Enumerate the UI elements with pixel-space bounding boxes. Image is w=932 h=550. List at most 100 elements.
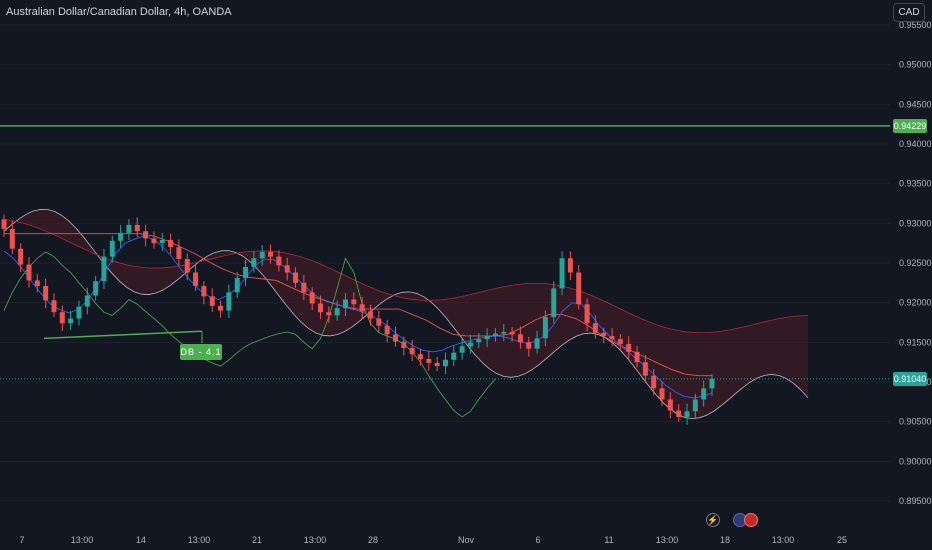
candle-body [492,333,498,336]
candle-body [509,332,515,335]
candle-body [168,239,174,248]
candle-body [276,256,282,266]
currency-button[interactable]: CAD [893,3,925,22]
symbol-title: Australian Dollar/Canadian Dollar, 4h, O… [6,6,232,18]
candle-body [376,318,382,326]
candle-body [359,304,365,312]
candle-body [184,259,190,273]
candle-body [34,280,40,287]
x-tick-label: 13:00 [656,535,679,545]
candle-body [392,334,398,342]
x-tick-label: 18 [720,535,730,545]
candle-body [526,342,532,349]
candle-body [684,411,690,417]
candle-body [143,231,149,239]
flag-ca-icon[interactable] [744,513,758,527]
candle-body [442,359,448,367]
x-tick-label: 14 [136,535,146,545]
candle-body [176,247,182,260]
x-tick-label: 6 [535,535,540,545]
candle-body [567,258,573,273]
candle-body [634,351,640,363]
candle-body [584,304,590,324]
candle-body [251,258,257,267]
y-tick-label: 0.92500 [899,258,932,268]
candle-body [501,332,507,334]
x-tick-label: 25 [837,535,847,545]
chart-container[interactable]: 0.95500 0.95000 0.94500 0.94000 0.93500 0.930… [0,0,932,550]
x-tick-label: 13:00 [71,535,94,545]
candle-body [626,343,632,352]
candle-body [692,399,698,412]
candle-body [617,339,623,344]
candle-body [667,399,673,411]
candle-body [43,286,49,301]
y-tick-label: 0.92000 [899,298,932,308]
candle-body [151,238,157,244]
candle-body [26,264,32,281]
candle-body [459,346,465,353]
candle-body [367,311,373,319]
candle-body [284,265,290,273]
y-tick-label: 0.95000 [899,60,932,70]
x-tick-label: 13:00 [188,535,211,545]
double-bottom-label[interactable]: DB - 4.1 [180,344,222,360]
last-price-tag: 0.91040 [893,371,927,386]
candle-body [1,219,7,229]
candle-body [193,272,199,287]
candle-body [118,232,124,241]
candle-body [101,256,107,282]
candle-body [243,266,249,279]
candle-body [59,312,65,324]
candle-body [709,378,715,389]
candle-body [484,335,490,340]
x-tick-label: 13:00 [304,535,327,545]
candle-body [268,251,274,257]
candle-body [476,339,482,343]
double-bottom-line [43,330,203,340]
candle-body [318,303,324,313]
candle-body [559,258,565,289]
candle-body [651,375,657,389]
y-tick-label: 0.90500 [899,417,932,427]
candle-body [343,299,349,309]
candle-body [134,224,140,232]
chikou-span-line [3,251,496,418]
candle-body [259,251,265,259]
candle-body [126,224,132,233]
candle-body [659,388,665,400]
x-tick-label: Nov [458,535,475,545]
candle-body [309,292,315,304]
candle-body [109,240,115,257]
y-tick-label: 0.94000 [899,139,932,149]
candle-body [293,272,299,283]
candle-body [434,362,440,367]
candle-body [592,323,598,333]
candle-body [609,335,615,340]
candle-body [334,308,340,316]
resistance-price-tag: 0.94229 [893,118,927,133]
candle-body [84,295,90,307]
y-tick-label: 0.91500 [899,337,932,347]
x-tick-label: 21 [252,535,262,545]
candle-body [401,341,407,348]
candle-body [51,300,57,313]
candle-body [68,318,74,324]
candle-body [642,362,648,376]
candle-body [301,282,307,293]
candle-body [676,410,682,417]
lightning-icon[interactable]: ⚡ [706,513,720,527]
candle-body [451,352,457,360]
y-tick-label: 0.94500 [899,99,932,109]
candle-body [351,299,357,305]
candle-body [218,305,224,311]
candle-body [201,286,207,297]
candle-body [417,354,423,359]
candle-body [542,316,548,339]
candle-body [93,281,99,296]
candle-body [467,342,473,347]
candle-body [551,288,557,317]
x-tick-label: 13:00 [772,535,795,545]
candle-body [534,338,540,349]
price-chart[interactable]: 0.955000.950000.945000.940000.935000.930… [0,0,932,550]
